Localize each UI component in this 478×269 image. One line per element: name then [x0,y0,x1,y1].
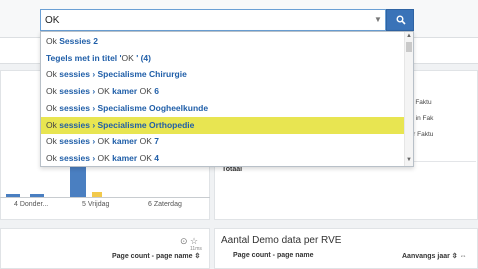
suggestion-text: Ok [46,36,60,46]
suggestion-text: sessies › [59,136,98,147]
suggestion-text: ' (4) [133,52,151,63]
total-label: Totaal [222,166,243,173]
suggestion-dropdown: Ok Sessies 2 Tegels met in titel 'OK ' (4… [40,31,414,167]
bottom-left-panel [0,228,210,269]
suggestion-text: 6 [154,86,159,97]
column-header[interactable]: Page count - page name ⇳ [112,252,200,260]
suggestion-text: kamer [112,152,140,163]
search-box: ▼ [40,9,386,31]
x-tick-label: 4 Donder... [14,201,49,208]
suggestion-text: Sessies 2 [59,36,98,46]
suggestion-text: sessies › Specialisme Orthopedie [59,119,195,130]
suggestion-text: OK [121,52,134,63]
suggestion-text: Ok [46,69,60,80]
suggestion-text: OK [139,86,155,97]
suggestion-item[interactable]: Ok sessies › Specialisme Oogheelkunde [41,100,404,117]
suggestion-text: Ok [46,119,60,130]
suggestion-text: sessies › Specialisme Chirurgie [59,69,187,80]
suggestion-text: kamer [112,136,140,147]
panel-title: Aantal Demo data per RVE [221,235,342,246]
suggestion-item[interactable]: Ok sessies › Specialisme Orthopedie [41,116,404,134]
suggestion-item[interactable]: Ok sessies › Specialisme Chirurgie [41,66,404,83]
suggestion-text: OK [139,136,155,147]
suggestion-text: Ok [46,136,60,147]
suggestion-text: OK [139,152,155,163]
suggestion-text: OK [97,136,113,147]
search-icon [396,15,406,25]
suggestion-item[interactable]: Ok sessies › OK kamer OK 4 [41,150,404,166]
column-header[interactable]: Aanvangs jaar ⇳ ⇔ [402,252,467,260]
suggestion-text: sessies › [59,86,98,97]
suggestion-text: kamer [112,86,140,97]
search-button[interactable] [386,9,414,31]
search-input[interactable] [45,13,365,28]
scroll-down-icon[interactable]: ▼ [406,157,412,163]
x-tick-label: 6 Zaterdag [148,201,182,208]
chevron-down-icon[interactable]: ▼ [374,15,382,24]
x-tick-label: 5 Vrijdag [82,201,110,208]
suggestion-text: OK [97,86,113,97]
suggestion-item[interactable]: Ok Sessies 2 [41,33,404,50]
suggestion-text: Ok [46,86,60,97]
suggestion-text: sessies › [59,152,98,163]
suggestion-item[interactable]: Ok sessies › OK kamer OK 6 [41,83,404,100]
suggestion-item[interactable]: Tegels met in titel 'OK ' (4) [41,50,404,67]
suggestion-text: 7 [154,136,159,147]
suggestion-text: 4 [154,152,159,163]
column-header[interactable]: Page count - page name [233,252,314,259]
chart-x-axis [0,197,210,198]
suggestion-text: Tegels met in titel ' [46,52,122,63]
scroll-up-icon[interactable]: ▲ [406,33,412,39]
suggestion-text: sessies › Specialisme Oogheelkunde [59,102,209,113]
suggestion-text: OK [97,152,113,163]
suggestion-item[interactable]: Ok sessies › OK kamer OK 7 [41,133,404,150]
scrollbar-thumb[interactable] [406,42,412,52]
scrollbar[interactable] [404,32,413,166]
chart-bar[interactable] [70,167,86,197]
suggestion-text: Ok [46,152,60,163]
suggestion-text: Ok [46,102,60,113]
